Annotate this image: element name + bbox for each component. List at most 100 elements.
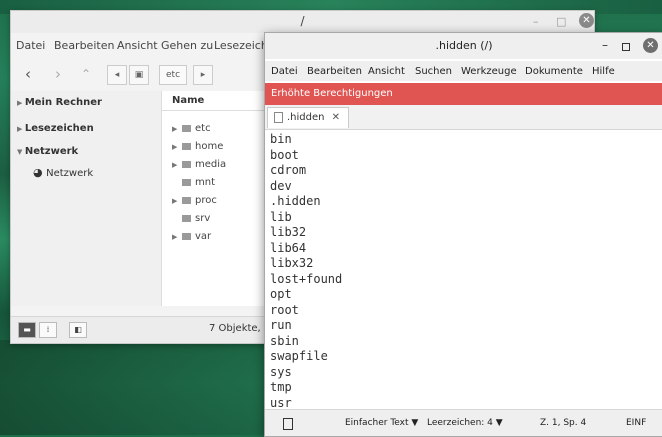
editor-line: tmp [270,380,292,394]
editor-tabbar: .hidden ✕ [265,105,662,130]
file-name: proc [195,195,217,206]
sidebar-item-network-section[interactable]: ▼ Netzwerk [17,146,78,157]
insert-mode: EINF [626,418,647,428]
up-icon[interactable]: ⌃ [77,62,95,86]
editor-line: opt [270,287,292,301]
tab-label: .hidden [287,112,325,123]
list-item[interactable]: ▶ etc [172,123,211,134]
file-name: mnt [195,177,215,188]
expand-arrow-icon: ▶ [172,197,178,205]
editor-statusbar: Einfacher Text ▼ Leerzeichen: 4 ▼ Z. 1, … [265,409,662,436]
breadcrumb-etc[interactable]: etc [159,65,188,85]
expand-arrow-icon: ▶ [17,125,25,133]
editor-line: boot [270,147,299,162]
folder-icon [182,160,191,168]
folder-icon [182,196,191,204]
editor-line: lib [270,209,292,224]
folder-icon [182,142,191,150]
elevated-privileges-banner: Erhöhte Berechtigungen [265,83,662,105]
sidebar-network-item-label: Netzwerk [46,168,94,179]
list-item[interactable]: ▶ proc [172,195,217,206]
sidebar-network-label: Netzwerk [24,146,79,157]
hide-sidebar-icon[interactable]: ◧ [69,322,87,338]
network-icon: ◕ [33,166,47,179]
menu-werkzeuge[interactable]: Werkzeuge [461,66,517,77]
menu-bearbeiten[interactable]: Bearbeiten [307,66,362,77]
menu-dokumente[interactable]: Dokumente [525,66,583,77]
path-left-icon[interactable]: ◂ [107,65,127,85]
back-icon[interactable]: ‹ [19,62,37,86]
editor-text-area[interactable]: bin boot cdrom dev .hidden lib lib32 lib64 libx3… [270,132,655,410]
expand-arrow-icon: ▶ [172,143,178,151]
location-toggle-icon[interactable]: ▣ [129,65,149,85]
folder-icon [182,178,191,186]
maximize-icon[interactable]: □ [556,15,566,28]
menu-bearbeiten[interactable]: Bearbeiten [54,39,114,52]
folder-icon [182,214,191,222]
folder-icon [182,124,191,132]
editor-line: sys [270,364,292,379]
editor-line: run [270,318,292,332]
sidebar-bookmarks-label: Lesezeichen [24,123,94,134]
editor-line: bin [270,132,292,146]
editor-line: root [270,302,299,317]
file-name: etc [195,123,211,134]
close-icon[interactable]: ✕ [643,38,658,53]
forward-icon[interactable]: › [49,62,67,86]
cursor-position: Z. 1, Sp. 4 [540,418,587,428]
editor-titlebar[interactable]: .hidden (/) – ✕ [265,33,662,59]
list-item[interactable]: mnt [172,177,215,188]
menu-datei[interactable]: Datei [16,39,45,52]
places-view-icon[interactable]: ▬ [18,322,36,338]
list-item[interactable]: ▶ home [172,141,223,152]
close-icon[interactable]: ✕ [579,13,594,28]
menu-ansicht[interactable]: Ansicht [117,39,158,52]
sidebar: ▶ Mein Rechner ▶ Lesezeichen ▼ Netzwerk … [11,91,161,306]
file-name: media [195,159,227,170]
path-right-icon[interactable]: ▸ [193,65,213,85]
file-name: home [195,141,224,152]
syntax-selector[interactable]: Einfacher Text ▼ [345,418,418,428]
file-manager-titlebar[interactable]: / – □ ✕ [11,11,594,33]
editor-line: dev [270,178,292,193]
menu-hilfe[interactable]: Hilfe [592,66,615,77]
status-text: 7 Objekte, fr [209,323,272,334]
editor-line: cdrom [270,163,307,177]
file-name: var [195,231,212,242]
sidebar-item-network[interactable]: ◕ Netzwerk [33,166,93,179]
file-name: srv [195,213,211,224]
tree-view-icon[interactable]: ⁞ [39,322,57,338]
sidebar-item-computer[interactable]: ▶ Mein Rechner [17,97,102,108]
sidebar-item-bookmarks[interactable]: ▶ Lesezeichen [17,123,94,134]
editor-line: lost+found [270,271,343,286]
editor-line: libx32 [270,256,314,270]
list-item[interactable]: ▶ var [172,231,211,242]
expand-arrow-icon: ▶ [172,125,178,133]
expand-arrow-icon: ▶ [172,161,178,169]
editor-line: sbin [270,333,299,348]
expand-arrow-icon: ▶ [17,99,25,107]
indent-selector[interactable]: Leerzeichen: 4 ▼ [427,418,503,428]
minimize-icon[interactable]: – [533,15,539,28]
editor-line: swapfile [270,349,328,363]
tab-close-icon[interactable]: ✕ [332,108,340,128]
side-panel-icon[interactable] [283,418,293,430]
list-item[interactable]: ▶ media [172,159,226,170]
file-manager-title: / [300,14,305,28]
column-header-name[interactable]: Name [162,91,272,111]
maximize-icon[interactable] [622,43,630,51]
document-icon [274,111,283,123]
menu-suchen[interactable]: Suchen [415,66,452,77]
file-list: Name ▶ etc ▶ home ▶ media mnt ▶ proc srv ▶ va… [161,91,272,306]
folder-icon [182,232,191,240]
menu-ansicht[interactable]: Ansicht [368,66,405,77]
menu-datei[interactable]: Datei [271,66,298,77]
menu-gehen-zu[interactable]: Gehen zu [161,39,213,52]
expand-arrow-icon: ▶ [172,233,178,241]
minimize-icon[interactable]: – [602,38,608,52]
tab-hidden[interactable]: .hidden ✕ [267,107,349,128]
list-item[interactable]: srv [172,213,210,224]
text-editor-window: .hidden (/) – ✕ Datei Bearbeiten Ansicht… [264,32,662,437]
editor-line: .hidden [270,194,321,208]
editor-line: lib64 [270,240,307,255]
